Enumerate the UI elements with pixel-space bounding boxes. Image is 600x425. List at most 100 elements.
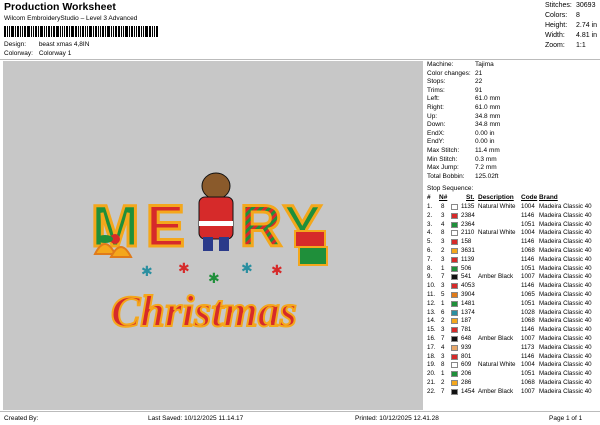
- sequence-row: 5. 3 158 1146 Madeira Classic 40: [427, 238, 599, 247]
- row-brand: Madeira Classic 40: [539, 352, 592, 360]
- row-num: 1.: [427, 203, 433, 210]
- row-brand: Madeira Classic 40: [539, 343, 592, 351]
- row-num: 15.: [427, 326, 436, 334]
- info-row: Machine: Tajima: [427, 61, 500, 70]
- row-stitches: 1139: [461, 255, 475, 263]
- row-brand: Madeira Classic 40: [539, 220, 592, 228]
- info-row: EndX: 0.00 in: [427, 130, 500, 139]
- row-num: 9.: [427, 273, 433, 281]
- row-num: 7.: [427, 255, 433, 263]
- row-needle: 3: [441, 255, 445, 263]
- sequence-row: 22. 7 1454 Amber Black 1007 Madeira Classic 4…: [427, 388, 599, 397]
- stat-label: Zoom:: [545, 42, 565, 49]
- christmas-script: Christmas: [111, 287, 297, 336]
- row-stitches: 801: [461, 352, 472, 360]
- row-needle: 4: [441, 220, 445, 228]
- row-code: 1068: [521, 317, 535, 325]
- stat-label: Height:: [545, 22, 568, 29]
- info-label: EndY:: [427, 138, 445, 146]
- row-stitches: 781: [461, 326, 472, 334]
- barcode: [4, 26, 184, 37]
- color-swatch: [451, 371, 458, 378]
- design-label: Design:: [4, 41, 27, 48]
- row-needle: 3: [441, 352, 445, 360]
- row-num: 8.: [427, 264, 433, 272]
- row-code: 1004: [521, 203, 535, 210]
- stat-value: 1:1: [576, 42, 586, 49]
- color-swatch: [451, 221, 458, 228]
- colorway-label: Colorway:: [4, 50, 33, 57]
- color-swatch: [451, 327, 458, 334]
- row-needle: 8: [441, 229, 445, 237]
- info-label: Total Bobbin:: [427, 172, 465, 180]
- row-num: 12.: [427, 299, 436, 307]
- row-num: 2.: [427, 211, 433, 219]
- row-needle: 6: [441, 308, 445, 316]
- row-needle: 3: [441, 211, 445, 219]
- stat-value: 2.74 in: [576, 22, 598, 29]
- info-label: Max Stitch:: [427, 146, 460, 154]
- row-description: Amber Black: [478, 273, 514, 281]
- info-value: 61.0 mm: [475, 103, 501, 111]
- info-value: 61.0 mm: [475, 95, 501, 103]
- stat-row: Stitches: 30693: [545, 1, 597, 11]
- row-brand: Madeira Classic 40: [539, 299, 592, 307]
- row-code: 1146: [521, 255, 535, 263]
- snowflakes: ✱ ✱ ✱ ✱ ✱: [141, 260, 283, 286]
- info-row: Stops: 22: [427, 78, 500, 87]
- row-stitches: 206: [461, 370, 472, 378]
- row-description: Natural White: [478, 229, 516, 237]
- row-needle: 3: [441, 282, 445, 290]
- row-num: 5.: [427, 238, 433, 246]
- sequence-row: 4. 8 2110 Natural White 1004 Madeira Classic …: [427, 229, 599, 238]
- info-row: Trims: 91: [427, 87, 500, 96]
- color-swatch: [451, 247, 458, 254]
- row-num: 4.: [427, 229, 433, 237]
- row-num: 17.: [427, 343, 436, 351]
- svg-text:✱: ✱: [208, 270, 220, 286]
- info-row: Color changes: 21: [427, 70, 500, 79]
- row-num: 14.: [427, 317, 436, 325]
- stat-row: Zoom: 1:1: [545, 41, 597, 51]
- row-num: 18.: [427, 352, 436, 360]
- row-needle: 8: [441, 361, 445, 369]
- row-code: 1051: [521, 299, 535, 307]
- row-needle: 7: [441, 334, 445, 342]
- row-needle: 1: [441, 299, 445, 307]
- info-value: 125.02ft: [475, 172, 499, 180]
- color-swatch: [451, 309, 458, 316]
- stat-row: Colors: 8: [545, 11, 597, 21]
- color-swatch: [451, 335, 458, 342]
- row-description: Natural White: [478, 361, 516, 369]
- row-brand: Madeira Classic 40: [539, 211, 592, 219]
- footer: Created By: Last Saved: 10/12/2025 11.14…: [0, 411, 600, 425]
- row-description: Amber Black: [478, 387, 514, 395]
- info-value: 0.3 mm: [475, 155, 497, 163]
- row-num: 13.: [427, 308, 436, 316]
- info-row: Max Jump: 7.2 mm: [427, 164, 500, 173]
- info-row: Max Stitch: 11.4 mm: [427, 147, 500, 156]
- stat-label: Width:: [545, 32, 565, 39]
- info-label: Left:: [427, 95, 440, 103]
- row-code: 1146: [521, 238, 535, 246]
- row-stitches: 609: [461, 361, 472, 369]
- row-code: 1004: [521, 361, 535, 369]
- letter-e: E: [146, 194, 185, 259]
- col-stitches: St.: [466, 194, 475, 201]
- divider: [0, 59, 600, 60]
- row-needle: 3: [441, 326, 445, 334]
- page-title: Production Worksheet: [4, 1, 116, 13]
- row-brand: Madeira Classic 40: [539, 361, 592, 369]
- col-code: Code: [521, 194, 538, 201]
- row-stitches: 1454: [461, 387, 475, 395]
- info-label: EndX:: [427, 129, 445, 137]
- row-stitches: 648: [461, 334, 472, 342]
- info-value: 22: [475, 78, 483, 86]
- machine-info: Machine: Tajima Color changes: 21 Stops: 22 Tr…: [427, 61, 500, 181]
- row-num: 20.: [427, 370, 436, 378]
- stat-value: 30693: [576, 2, 596, 9]
- row-num: 21.: [427, 378, 436, 386]
- row-code: 1051: [521, 370, 535, 378]
- sequence-row: 2. 3 2384 1146 Madeira Classic 40: [427, 212, 599, 221]
- row-code: 1051: [521, 220, 535, 228]
